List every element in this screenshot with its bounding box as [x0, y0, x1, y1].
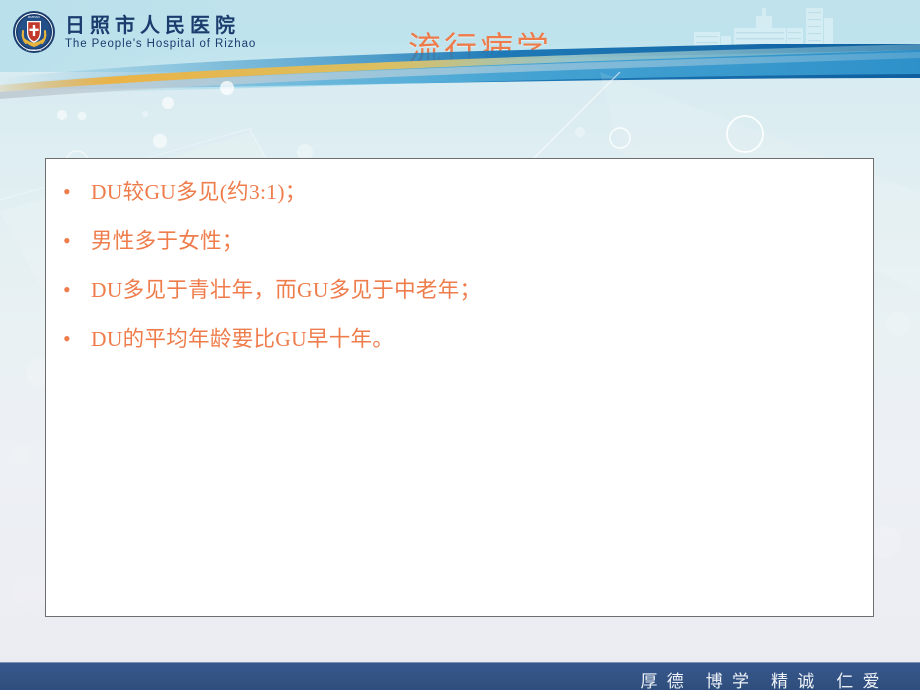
list-item-text: DU的平均年龄要比GU早十年。: [91, 327, 395, 351]
bullet-marker-icon: •: [63, 228, 71, 253]
bullet-marker-icon: •: [63, 277, 71, 302]
list-item: • DU的平均年龄要比GU早十年。: [46, 320, 873, 360]
presentation-slide: RIZHAO HOSPITAL 日照市人民医院 The People's Hos…: [0, 0, 920, 690]
list-item: • 男性多于女性；: [46, 222, 873, 262]
content-text-box: • DU较GU多见(约3:1)； • 男性多于女性； • DU多见于青壮年，而G…: [45, 158, 874, 617]
hospital-name-cn: 日照市人民医院: [65, 14, 240, 37]
bullet-marker-icon: •: [63, 326, 71, 351]
bullet-list: • DU较GU多见(约3:1)； • 男性多于女性； • DU多见于青壮年，而G…: [46, 173, 873, 360]
list-item: • DU多见于青壮年，而GU多见于中老年；: [46, 271, 873, 311]
list-item-text: DU多见于青壮年，而GU多见于中老年；: [91, 278, 482, 302]
svg-text:RIZHAO: RIZHAO: [28, 15, 40, 19]
list-item-text: DU较GU多见(约3:1)；: [91, 180, 307, 204]
list-item: • DU较GU多见(约3:1)；: [46, 173, 873, 213]
slide-footer: 厚 德 博 学 精 诚 仁 爱: [0, 662, 920, 690]
list-item-text: 男性多于女性；: [91, 229, 244, 253]
footer-motto-text: 厚 德 博 学 精 诚 仁 爱: [640, 672, 882, 690]
bullet-marker-icon: •: [63, 179, 71, 204]
